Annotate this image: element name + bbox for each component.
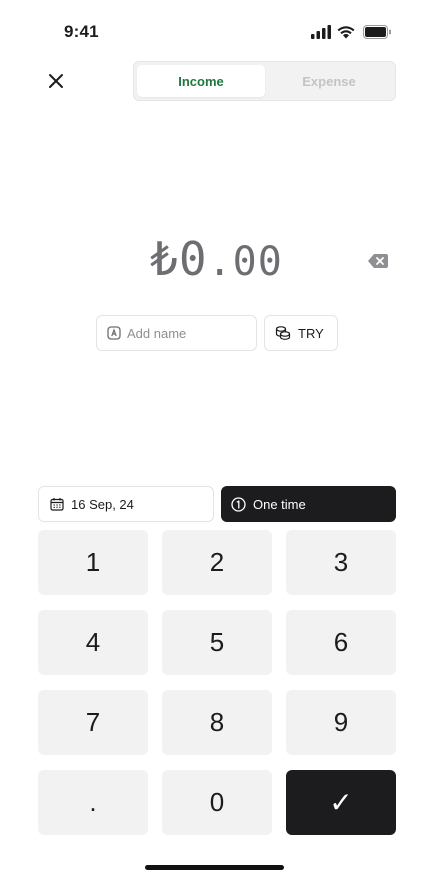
status-icons <box>311 24 393 40</box>
close-icon <box>49 74 63 88</box>
key-decimal[interactable]: . <box>38 770 148 835</box>
currency-symbol: ₺ <box>150 232 179 286</box>
status-time: 9:41 <box>64 22 99 41</box>
key-6[interactable]: 6 <box>286 610 396 675</box>
key-5[interactable]: 5 <box>162 610 272 675</box>
close-button[interactable] <box>44 69 68 93</box>
key-1[interactable]: 1 <box>38 530 148 595</box>
amount-integer: 0 <box>178 232 208 286</box>
calendar-icon <box>50 498 64 511</box>
key-0[interactable]: 0 <box>162 770 272 835</box>
signal-icon <box>311 25 331 39</box>
backspace-icon[interactable] <box>367 252 389 270</box>
home-indicator <box>145 865 284 870</box>
date-label: 16 Sep, 24 <box>71 496 134 512</box>
key-3[interactable]: 3 <box>286 530 396 595</box>
key-4[interactable]: 4 <box>38 610 148 675</box>
name-input[interactable] <box>127 325 245 341</box>
tab-expense[interactable]: Expense <box>265 65 393 97</box>
date-button[interactable]: 16 Sep, 24 <box>38 486 214 522</box>
battery-icon <box>363 25 391 39</box>
frequency-label: One time <box>253 496 306 512</box>
tag-icon <box>107 326 121 340</box>
name-field[interactable] <box>96 315 257 351</box>
key-7[interactable]: 7 <box>38 690 148 755</box>
coins-icon <box>275 326 291 340</box>
transaction-type-toggle: Income Expense <box>133 61 396 101</box>
tab-income[interactable]: Income <box>137 65 265 97</box>
key-8[interactable]: 8 <box>162 690 272 755</box>
currency-code: TRY <box>298 325 324 341</box>
currency-button[interactable]: TRY <box>264 315 338 351</box>
confirm-button[interactable]: ✓ <box>286 770 396 835</box>
wifi-icon <box>337 26 355 39</box>
key-9[interactable]: 9 <box>286 690 396 755</box>
frequency-button[interactable]: One time <box>221 486 396 522</box>
one-circle-icon <box>231 496 246 512</box>
key-2[interactable]: 2 <box>162 530 272 595</box>
amount-decimal: .00 <box>207 239 283 285</box>
